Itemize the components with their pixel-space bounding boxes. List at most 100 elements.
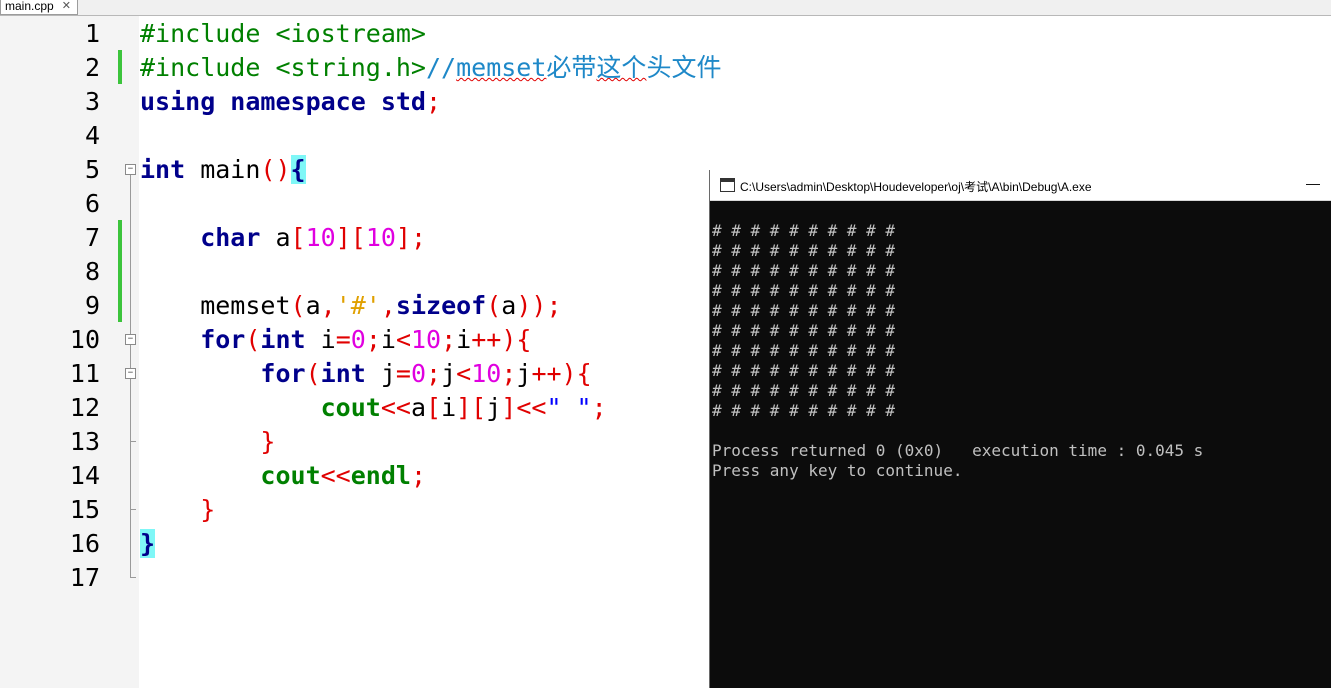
line-number: 11 — [69, 359, 100, 388]
code-line-5[interactable]: int main(){ — [140, 153, 306, 187]
code-line-3[interactable]: using namespace std; — [140, 85, 441, 119]
fold-toggle-icon[interactable]: − — [125, 334, 136, 345]
punct: ; — [365, 325, 381, 354]
line-number: 5 — [84, 155, 100, 184]
line-number: 4 — [84, 121, 100, 150]
line-number: 15 — [69, 495, 100, 524]
identifier: a — [501, 291, 517, 320]
code-line-7[interactable]: char a[10][10]; — [140, 221, 426, 255]
keyword: sizeof — [395, 291, 487, 320]
keyword: using namespace std — [140, 87, 426, 116]
line-number: 2 — [84, 53, 100, 82]
console-title: C:\Users\admin\Desktop\Houdeveloper\oj\考… — [740, 180, 1092, 194]
code-line-11[interactable]: for(int j=0;j<10;j++){ — [140, 357, 591, 391]
punct: ( — [305, 359, 321, 388]
char-literal: '#' — [335, 291, 381, 320]
output-row: # # # # # # # # # # — [712, 381, 896, 400]
number: 10 — [411, 325, 442, 354]
output-row: # # # # # # # # # # — [712, 241, 896, 260]
punct: [ — [290, 223, 306, 252]
code-line-16[interactable]: } — [140, 527, 156, 561]
fold-end-marker — [130, 509, 136, 510]
identifier: endl — [350, 461, 411, 490]
fold-toggle-icon[interactable]: − — [125, 368, 136, 379]
punct: ; — [410, 461, 427, 490]
punct: < — [456, 359, 472, 388]
punct: ( — [486, 291, 502, 320]
punct: ][ — [335, 223, 366, 252]
punct: = — [335, 325, 351, 354]
keyword: int — [260, 325, 306, 354]
console-window[interactable]: C:\Users\admin\Desktop\Houdeveloper\oj\考… — [709, 170, 1331, 688]
minimize-icon[interactable]: — — [1306, 175, 1320, 191]
line-number: 17 — [69, 563, 100, 592]
output-row: # # # # # # # # # # — [712, 221, 896, 240]
line-number: 13 — [69, 427, 100, 456]
comment: memset — [456, 53, 547, 82]
output-row: # # # # # # # # # # — [712, 401, 896, 420]
code-line-14[interactable]: cout<<endl; — [140, 459, 426, 493]
keyword: for — [140, 359, 306, 388]
punct: [ — [426, 393, 442, 422]
number: 10 — [305, 223, 336, 252]
punct: < — [395, 325, 411, 354]
tab-main-cpp[interactable]: main.cpp ✕ — [0, 0, 78, 15]
fold-end-marker — [130, 441, 136, 442]
punct: ; — [441, 325, 457, 354]
comment: 这个 — [596, 53, 647, 82]
punct: ][ — [456, 393, 487, 422]
brace-match: { — [290, 155, 306, 184]
line-number: 16 — [69, 529, 100, 558]
number: 0 — [410, 359, 427, 388]
line-number: 10 — [69, 325, 100, 354]
change-marker — [118, 50, 122, 84]
line-number: 7 — [84, 223, 100, 252]
preprocessor: #include <iostream> — [140, 19, 426, 48]
identifier: i — [380, 325, 396, 354]
punct: ( — [245, 325, 261, 354]
console-title-bar[interactable]: C:\Users\admin\Desktop\Houdeveloper\oj\考… — [710, 170, 1331, 201]
editor-tab-bar: main.cpp ✕ — [0, 0, 1331, 16]
prompt-line: Press any key to continue. — [712, 461, 963, 480]
punct: ( — [290, 291, 306, 320]
punct: << — [320, 461, 351, 490]
tab-label: main.cpp — [5, 0, 54, 13]
identifier: j — [486, 393, 502, 422]
identifier: j — [516, 359, 532, 388]
code-line-13[interactable]: } — [140, 425, 275, 459]
code-line-9[interactable]: memset(a,'#',sizeof(a)); — [140, 289, 561, 323]
code-line-12[interactable]: cout<<a[i][j]<<" "; — [140, 391, 607, 425]
output-row: # # # # # # # # # # — [712, 361, 896, 380]
line-number: 8 — [84, 257, 100, 286]
punct: ++){ — [471, 325, 532, 354]
status-line: Process returned 0 (0x0) execution time … — [712, 441, 1204, 460]
code-line-1[interactable]: #include <iostream> — [140, 17, 426, 51]
code-line-2[interactable]: #include <string.h>//memset必带这个头文件 — [140, 51, 721, 85]
punct: , — [320, 291, 336, 320]
identifier: cout — [140, 393, 381, 422]
punct: ]; — [395, 223, 427, 252]
punct: ; — [501, 359, 517, 388]
line-number: 9 — [84, 291, 100, 320]
punct: << — [380, 393, 411, 422]
identifier: i — [305, 325, 336, 354]
output-row: # # # # # # # # # # — [712, 261, 896, 280]
tab-close-icon[interactable]: ✕ — [62, 0, 71, 14]
code-line-10[interactable]: for(int i=0;i<10;i++){ — [140, 323, 531, 357]
punct: ; — [425, 87, 442, 116]
fold-toggle-icon[interactable]: − — [125, 164, 136, 175]
code-line-15[interactable]: } — [140, 493, 215, 527]
identifier: a — [260, 223, 291, 252]
identifier: cout — [140, 461, 321, 490]
preprocessor: #include <string.h> — [140, 53, 426, 82]
identifier: memset — [140, 291, 291, 320]
keyword: char — [140, 223, 261, 252]
identifier: a — [305, 291, 321, 320]
identifier: a — [410, 393, 426, 422]
identifier: j — [441, 359, 457, 388]
console-output: # # # # # # # # # # # # # # # # # # # # … — [712, 201, 1328, 481]
output-row: # # # # # # # # # # — [712, 341, 896, 360]
line-number: 3 — [84, 87, 100, 116]
keyword: int — [320, 359, 366, 388]
line-number: 14 — [69, 461, 100, 490]
